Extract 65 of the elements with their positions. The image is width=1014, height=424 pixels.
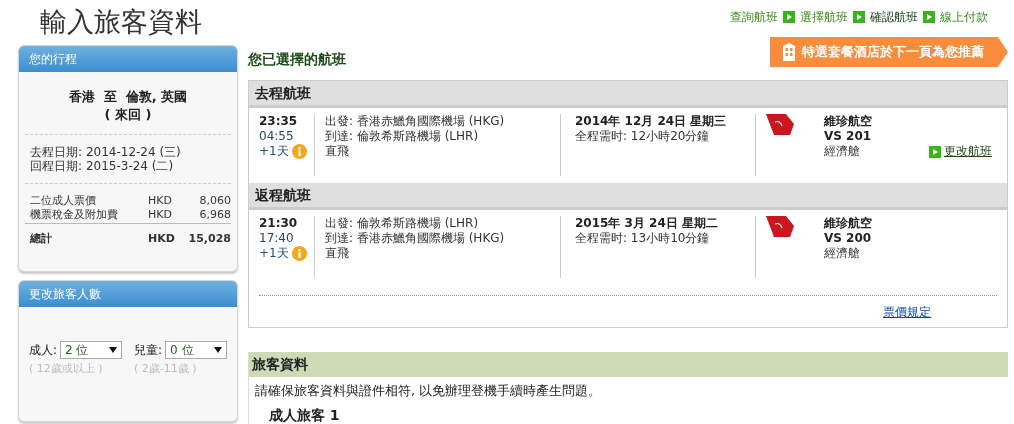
play-icon <box>853 11 865 23</box>
airline-name: 維珍航空 <box>824 114 873 129</box>
airline-logo <box>766 216 794 238</box>
fare-amount: 6,968 <box>198 208 231 222</box>
progress-step: 線上付款 <box>940 8 988 26</box>
notice-text: 請確保旅客資料與證件相符, 以免辦理登機手續時產生問題。 <box>254 382 603 400</box>
play-icon <box>923 11 935 23</box>
caret-icon <box>109 347 118 353</box>
caret-icon <box>214 347 223 353</box>
airline-name: 維珍航空 <box>824 216 873 231</box>
field-label: 兒童: <box>134 341 163 359</box>
airline-logo <box>766 114 794 136</box>
page-title: 輸入旅客資料 <box>40 5 202 39</box>
flight-duration: 全程需时: 12小時20分鐘 <box>575 129 711 144</box>
stops-text: 直飛 <box>325 246 350 261</box>
flight-date: 2014年 12月 24日 星期三 <box>575 114 728 129</box>
stops-text: 直飛 <box>325 144 350 159</box>
arrival-airport: 到達: 倫敦希斯路機場 (LHR) <box>325 129 480 144</box>
fare-label: 機票稅金及附加費 <box>30 208 119 222</box>
flight-duration: 全程需时: 13小時10分鐘 <box>575 231 711 246</box>
section-heading: 您已選擇的航班 <box>248 51 346 69</box>
count-dropdown[interactable]: 2 位 <box>60 341 123 359</box>
currency: HKD <box>148 194 173 208</box>
hotel-icon <box>782 43 796 61</box>
departure-airport: 出發: 香港赤鱲角國際機場 (HKG) <box>325 114 506 129</box>
progress-step: 選擇航班 <box>800 8 848 26</box>
cabin-class: 經濟艙 <box>824 246 861 261</box>
trip-type: ( 來回 ) <box>103 106 153 124</box>
flight-date: 2015年 3月 24日 星期二 <box>575 216 719 231</box>
info-icon[interactable] <box>291 246 307 261</box>
segment-header: 去程航班 <box>249 81 1007 108</box>
date-line: 回程日期: 2015-3-24 (二) <box>29 159 175 173</box>
play-icon <box>783 11 795 23</box>
cabin-class: 經濟艙 <box>824 144 861 159</box>
count-dropdown[interactable]: 0 位 <box>165 341 228 359</box>
date-line: 去程日期: 2014-12-24 (三) <box>29 145 182 159</box>
day-offset: +1天 <box>259 246 289 261</box>
currency: HKD <box>148 232 176 246</box>
fare-label: 二位成人票價 <box>30 194 97 208</box>
field-label: 成人: <box>29 341 58 359</box>
fare-rules-link[interactable]: 票價規定 <box>883 304 931 321</box>
depart-time: 23:35 <box>259 114 299 129</box>
flight-number: VS 201 <box>824 129 873 144</box>
departure-airport: 出發: 倫敦希斯路機場 (LHR) <box>325 216 480 231</box>
traveller-heading: 成人旅客 1 <box>268 406 341 424</box>
route-text: 香港 至 倫敦, 英國 <box>67 88 189 106</box>
day-offset: +1天 <box>259 144 289 159</box>
card-header: 您的行程 <box>19 46 237 72</box>
fare-amount: 8,060 <box>198 194 231 208</box>
currency: HKD <box>148 208 173 222</box>
flight-number: VS 200 <box>824 231 873 246</box>
depart-time: 21:30 <box>259 216 299 231</box>
arrive-time: 04:55 <box>259 129 295 144</box>
card-header: 更改旅客人數 <box>19 281 237 307</box>
play-icon <box>929 145 941 158</box>
total-label: 總計 <box>30 232 53 246</box>
arrive-time: 17:40 <box>259 231 295 246</box>
arrival-airport: 到達: 香港赤鱲角國際機場 (HKG) <box>325 231 506 246</box>
progress-step: 確認航班 <box>870 8 918 26</box>
section-header: 旅客資料 <box>249 352 1008 377</box>
progress-step: 查詢航班 <box>730 8 778 26</box>
segment-header: 返程航班 <box>249 183 1007 210</box>
change-flight-link[interactable]: 更改航班 <box>929 144 1007 159</box>
info-icon[interactable] <box>291 144 307 159</box>
total-amount: 15,028 <box>188 232 231 246</box>
